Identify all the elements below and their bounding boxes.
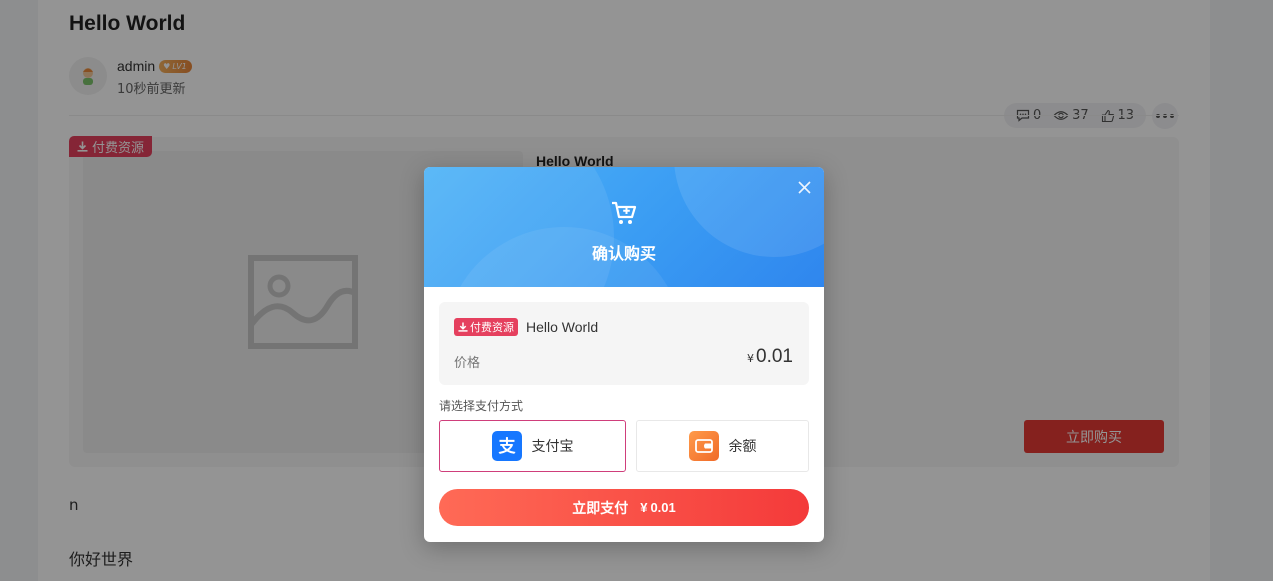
payment-method-label: 请选择支付方式 [439, 399, 524, 413]
purchase-modal: 确认购买 付费资源 Hello World 价格 ¥ 0.01 请选择支付方式 … [424, 167, 824, 542]
pay-button-label: 立即支付 [572, 499, 629, 516]
pay-button-price: ¥ 0.01 [640, 500, 676, 515]
price-label: 价格 [454, 356, 481, 371]
cart-add-icon [612, 201, 637, 224]
price-value: ¥ 0.01 [747, 346, 793, 368]
price-amount: 0.01 [756, 346, 793, 367]
modal-header: 确认购买 [424, 167, 824, 287]
close-button[interactable] [796, 179, 812, 195]
order-item-title: Hello World [526, 319, 599, 335]
alipay-icon: 支 [491, 431, 522, 461]
payment-method-balance[interactable]: 余额 [636, 420, 809, 472]
wallet-icon [688, 431, 719, 461]
currency-symbol: ¥ [747, 352, 755, 365]
pay-now-button[interactable]: 立即支付 ¥ 0.01 [439, 489, 809, 526]
payment-method-label: 余额 [728, 439, 757, 455]
paid-resource-tag: 付费资源 [454, 318, 518, 336]
modal-title: 确认购买 [591, 244, 656, 263]
close-icon [797, 180, 811, 194]
download-icon [458, 322, 468, 332]
svg-text:支: 支 [498, 436, 516, 456]
payment-method-label: 支付宝 [531, 439, 574, 455]
payment-method-alipay[interactable]: 支 支付宝 [439, 420, 626, 472]
order-summary: 付费资源 Hello World 价格 ¥ 0.01 [439, 302, 809, 385]
